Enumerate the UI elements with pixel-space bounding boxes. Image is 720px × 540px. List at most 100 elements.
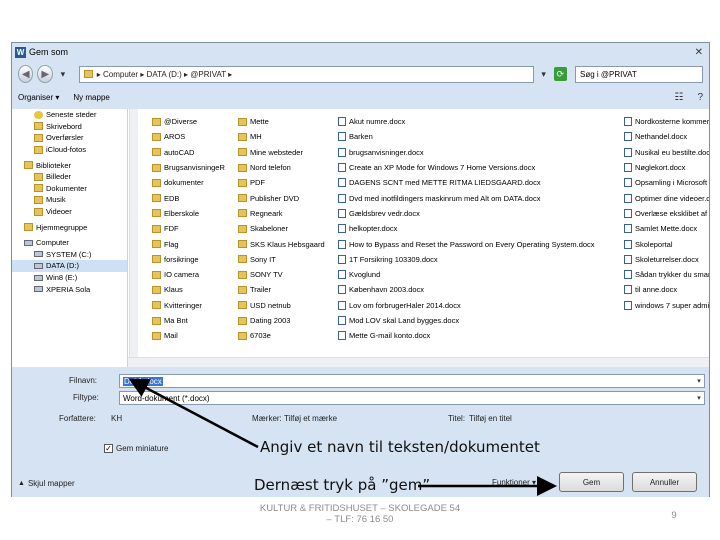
file-item[interactable]: Kvitteringer: [152, 298, 236, 313]
nav-item[interactable]: SYSTEM (C:): [12, 249, 127, 261]
nav-item[interactable]: Overførsler: [12, 132, 127, 144]
file-item[interactable]: Nord telefon: [238, 160, 334, 175]
tags-value[interactable]: Tilføj et mærke: [284, 414, 337, 423]
file-item[interactable]: Dvd med inotfildingers maskinrum med Alt…: [338, 190, 620, 205]
file-item[interactable]: 1T Forsikring 103309.docx: [338, 252, 620, 267]
save-button[interactable]: Gem: [559, 472, 624, 492]
file-item[interactable]: Nethandel.docx: [624, 129, 709, 144]
file-item[interactable]: Optimer dine videoer.do: [624, 190, 709, 205]
back-button[interactable]: ◀: [18, 65, 34, 83]
file-item[interactable]: Opsamling i Microsoft O: [624, 175, 709, 190]
filetype-dropdown-icon[interactable]: ▾: [694, 394, 704, 402]
file-item[interactable]: Create an XP Mode for Windows 7 Home Ver…: [338, 160, 620, 175]
file-item[interactable]: USD netnub: [238, 298, 334, 313]
file-item[interactable]: Mette G-mail konto.docx: [338, 328, 620, 343]
file-item[interactable]: til anne.docx: [624, 282, 709, 297]
nav-item[interactable]: XPERIA Sola: [12, 283, 127, 295]
filetype-select[interactable]: Word-dokument (*.docx) ▾: [119, 391, 705, 405]
forward-button[interactable]: ▶: [37, 65, 53, 83]
file-item[interactable]: FDF: [152, 221, 236, 236]
file-item[interactable]: DAGENS SCNT med METTE RITMA LIEDSGAARD.d…: [338, 175, 620, 190]
cancel-button[interactable]: Annuller: [632, 472, 697, 492]
save-thumbnail-checkbox[interactable]: ✓: [104, 444, 113, 453]
file-item[interactable]: SONY TV: [238, 267, 334, 282]
file-item[interactable]: PDF: [238, 175, 334, 190]
file-item[interactable]: IO camera: [152, 267, 236, 282]
nav-scrollbar[interactable]: [129, 109, 138, 367]
file-item[interactable]: @Diverse: [152, 114, 236, 129]
file-item[interactable]: Mine websteder: [238, 145, 334, 160]
organize-button[interactable]: Organiser ▾: [18, 93, 59, 102]
nav-item[interactable]: DATA (D:): [12, 260, 127, 272]
file-item[interactable]: København 2003.docx: [338, 282, 620, 297]
filename-input[interactable]: Dok1.docx ▾: [119, 374, 705, 388]
nav-item[interactable]: Win8 (E:): [12, 272, 127, 284]
file-item[interactable]: Dating 2003: [238, 313, 334, 328]
file-item[interactable]: BrugsanvisningeR: [152, 160, 236, 175]
nav-item[interactable]: Videoer: [12, 206, 127, 218]
nav-item[interactable]: Computer: [12, 237, 127, 249]
file-item[interactable]: brugsanvisninger.docx: [338, 145, 620, 160]
nav-item[interactable]: Hjemmegruppe: [12, 221, 127, 233]
file-item[interactable]: Klaus: [152, 282, 236, 297]
file-item[interactable]: 6703e: [238, 328, 334, 343]
nav-item[interactable]: iCloud-fotos: [12, 144, 127, 156]
nav-item[interactable]: Seneste steder: [12, 109, 127, 121]
nav-item[interactable]: Billeder: [12, 171, 127, 183]
recent-dropdown-icon[interactable]: ▾: [57, 67, 69, 81]
file-item[interactable]: Mail: [152, 328, 236, 343]
file-item[interactable]: autoCAD: [152, 145, 236, 160]
file-item[interactable]: forsikringe: [152, 252, 236, 267]
nav-item[interactable]: Biblioteker: [12, 159, 127, 171]
close-icon[interactable]: ✕: [695, 47, 703, 58]
file-item[interactable]: Skoleportal: [624, 236, 709, 251]
file-item[interactable]: Samlet Mette.docx: [624, 221, 709, 236]
file-item[interactable]: Elberskole: [152, 206, 236, 221]
file-item[interactable]: AROS: [152, 129, 236, 144]
view-options-icon[interactable]: ☷: [674, 92, 683, 103]
file-item[interactable]: Nøglekort.docx: [624, 160, 709, 175]
file-item[interactable]: SKS Klaus Hebsgaard: [238, 236, 334, 251]
file-item[interactable]: Sådan trykker du smart: [624, 267, 709, 282]
address-dropdown-icon[interactable]: ▾: [538, 67, 550, 81]
address-bar[interactable]: ▸ Computer ▸ DATA (D:) ▸ @PRIVAT ▸: [78, 65, 534, 83]
file-item[interactable]: Regneark: [238, 206, 334, 221]
nav-item[interactable]: Skrivebord: [12, 121, 127, 133]
file-item[interactable]: Sony IT: [238, 252, 334, 267]
file-item[interactable]: Overlæse eksklibet af: [624, 206, 709, 221]
file-item[interactable]: Publisher DVD: [238, 190, 334, 205]
file-item[interactable]: Barken: [338, 129, 620, 144]
file-item[interactable]: How to Bypass and Reset the Password on …: [338, 236, 620, 251]
file-item[interactable]: Nusikal eu bestilte.docx: [624, 145, 709, 160]
file-item[interactable]: Akut numre.docx: [338, 114, 620, 129]
horizontal-scrollbar[interactable]: [128, 357, 709, 367]
hide-folders-button[interactable]: ▲ Skjul mapper: [18, 479, 75, 488]
file-item[interactable]: Skabeloner: [238, 221, 334, 236]
file-item[interactable]: Kvoglund: [338, 267, 620, 282]
file-item[interactable]: Nordkosterne kommer d: [624, 114, 709, 129]
file-item[interactable]: Gældsbrev vedr.docx: [338, 206, 620, 221]
file-item[interactable]: Flag: [152, 236, 236, 251]
filename-dropdown-icon[interactable]: ▾: [694, 377, 704, 385]
file-item[interactable]: MH: [238, 129, 334, 144]
file-item[interactable]: Ma Bnt: [152, 313, 236, 328]
file-item[interactable]: helkopter.docx: [338, 221, 620, 236]
nav-item-label: Win8 (E:): [46, 273, 78, 283]
file-item[interactable]: Skoleturrelser.docx: [624, 252, 709, 267]
file-item[interactable]: Lov om forbrugerHaler 2014.docx: [338, 298, 620, 313]
file-item[interactable]: EDB: [152, 190, 236, 205]
file-item[interactable]: Mod LOV skal Land bygges.docx: [338, 313, 620, 328]
nav-item[interactable]: Dokumenter: [12, 183, 127, 195]
tools-button[interactable]: Funktioner ▾: [492, 478, 536, 487]
file-item[interactable]: Mette: [238, 114, 334, 129]
authors-value[interactable]: KH: [111, 414, 122, 423]
nav-item[interactable]: Musik: [12, 194, 127, 206]
refresh-icon[interactable]: ⟳: [553, 67, 567, 81]
titel-value[interactable]: Tilføj en titel: [469, 414, 512, 423]
file-item[interactable]: Trailer: [238, 282, 334, 297]
search-input[interactable]: Søg i @PRIVAT: [575, 65, 703, 83]
new-folder-button[interactable]: Ny mappe: [73, 93, 109, 102]
file-item[interactable]: windows 7 super admin: [624, 298, 709, 313]
file-item[interactable]: dokumenter: [152, 175, 236, 190]
help-icon[interactable]: ?: [697, 92, 703, 103]
